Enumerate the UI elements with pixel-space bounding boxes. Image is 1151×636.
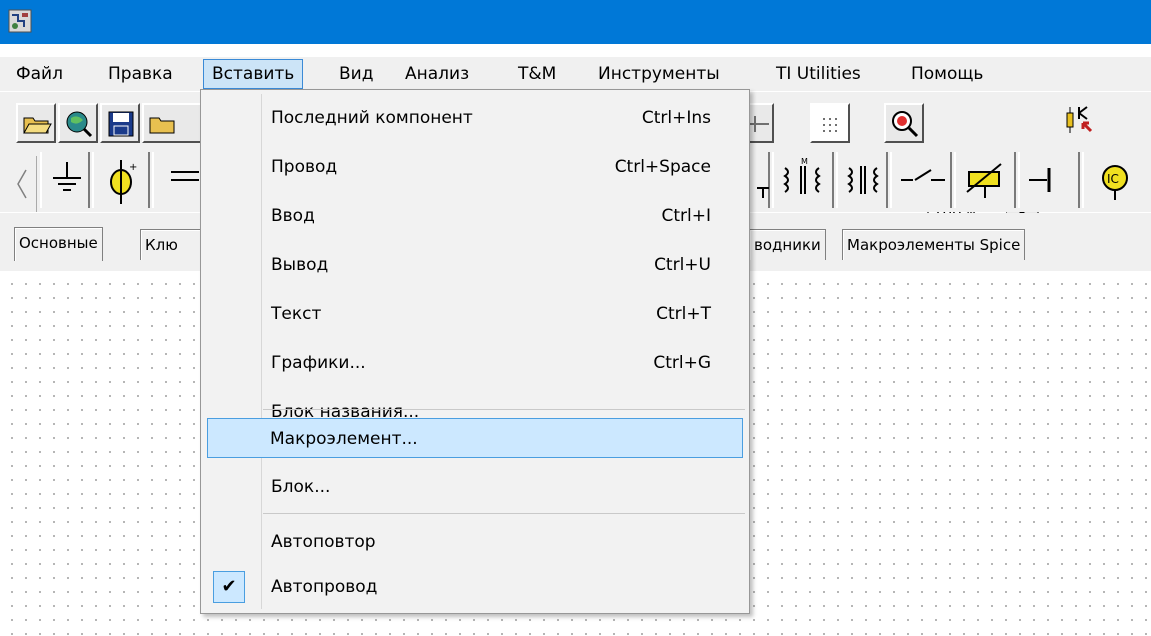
tab-spice-macros[interactable]: Макроэлементы Spice (842, 229, 1026, 260)
tab-basic[interactable]: Основные (14, 227, 103, 261)
chevron-left-icon (17, 169, 27, 199)
zoom-in-button[interactable] (884, 103, 924, 143)
menu-item-shortcut: Ctrl+I (661, 206, 711, 226)
menu-file[interactable]: Файл (8, 60, 71, 88)
menu-item-output[interactable]: Вывод Ctrl+U (203, 245, 747, 285)
menu-item-last-component[interactable]: Последний компонент Ctrl+Ins (203, 98, 747, 138)
transformer-icon: M (783, 158, 821, 194)
menu-item-shortcut: Ctrl+Ins (641, 108, 711, 128)
menu-item-graphics[interactable]: Графики... Ctrl+G (203, 343, 747, 383)
switch-component[interactable] (890, 152, 952, 208)
menu-tools[interactable]: Инструменты (590, 60, 728, 88)
svg-text:M: M (801, 158, 808, 166)
menu-item-label: Автоповтор (271, 532, 376, 552)
ic-component[interactable]: IC (1082, 152, 1151, 208)
open-recent-button[interactable] (142, 103, 202, 143)
insert-menu: Последний компонент Ctrl+Ins Провод Ctrl… (200, 89, 750, 614)
component-wizard-icon (1066, 106, 1093, 133)
battery-icon (1029, 168, 1051, 192)
grid-toggle-button[interactable] (810, 103, 850, 143)
menu-item-label: Ввод (271, 206, 315, 226)
menu-view[interactable]: Вид (331, 60, 381, 88)
folder-icon (149, 117, 175, 134)
menu-item-label: Текст (271, 304, 322, 324)
ideal-transformer-icon (847, 166, 879, 194)
menu-item-label: Вывод (271, 255, 329, 275)
menu-tm[interactable]: T&M (510, 60, 564, 88)
globe-search-icon (66, 111, 93, 138)
svg-text:IC: IC (1107, 172, 1119, 186)
menu-item-label: Провод (271, 157, 338, 177)
current-source-component[interactable]: + (92, 152, 150, 208)
ic-icon: IC (1102, 165, 1128, 200)
capacitor-icon (171, 171, 199, 181)
menu-item-block[interactable]: Блок... (203, 467, 747, 507)
menu-item-wire[interactable]: Провод Ctrl+Space (203, 147, 747, 187)
menu-item-label: Макроэлемент... (270, 429, 418, 449)
transformer-component[interactable]: M (772, 152, 834, 208)
ground-icon (53, 162, 81, 191)
checkmark-icon: ✔ (213, 571, 245, 603)
menu-insert[interactable]: Вставить (203, 59, 304, 89)
current-source-icon: + (110, 160, 137, 204)
menu-item-shortcut: Ctrl+G (653, 353, 711, 373)
menu-item-input[interactable]: Ввод Ctrl+I (203, 196, 747, 236)
scroll-left-button[interactable] (10, 156, 37, 212)
grid-icon (823, 118, 837, 132)
battery-component[interactable] (1018, 152, 1080, 208)
menu-analysis[interactable]: Анализ (397, 60, 477, 88)
save-button[interactable] (100, 103, 140, 143)
ground-component[interactable] (40, 152, 90, 208)
potentiometer-icon (966, 163, 1002, 198)
zoom-in-icon (892, 111, 919, 138)
open-button[interactable] (16, 103, 56, 143)
switch-icon (901, 169, 945, 181)
menu-item-shortcut: Ctrl+T (656, 304, 711, 324)
menu-item-macro[interactable]: Макроэлемент... (207, 418, 743, 458)
menu-item-auto-repeat[interactable]: Автоповтор (203, 522, 747, 562)
menu-item-label: Графики... (271, 353, 366, 373)
floppy-disk-icon (108, 111, 134, 137)
menu-help[interactable]: Помощь (903, 60, 991, 88)
menu-item-label: Последний компонент (271, 108, 473, 128)
circuit-app-icon[interactable] (6, 7, 34, 35)
resistor-partial-component[interactable] (748, 152, 770, 208)
resistor-icon (757, 187, 769, 198)
menu-ti-utilities[interactable]: TI Utilities (768, 60, 869, 88)
menu-item-label: Блок... (271, 477, 331, 497)
component-wizard-button[interactable] (1060, 100, 1100, 140)
open-folder-icon (23, 117, 52, 134)
menu-item-text[interactable]: Текст Ctrl+T (203, 294, 747, 334)
menu-separator (263, 409, 745, 410)
svg-text:+: + (129, 162, 137, 173)
menu-item-shortcut: Ctrl+Space (614, 157, 711, 177)
menu-item-shortcut: Ctrl+U (654, 255, 711, 275)
find-button[interactable] (58, 103, 98, 143)
tab-semiconductors[interactable]: водники (750, 229, 826, 260)
potentiometer-component[interactable] (954, 152, 1016, 208)
title-bar (0, 0, 1151, 44)
menu-separator (263, 513, 745, 514)
menu-item-label: Автопровод (271, 577, 378, 597)
menu-edit[interactable]: Правка (100, 60, 181, 88)
menu-item-auto-wire[interactable]: ✔ Автопровод (203, 567, 747, 607)
ideal-transformer-component[interactable] (836, 152, 888, 208)
menu-bar: Файл Правка Вставить Вид Анализ T&M Инст… (0, 57, 1151, 91)
capacitor-component[interactable] (152, 152, 202, 208)
